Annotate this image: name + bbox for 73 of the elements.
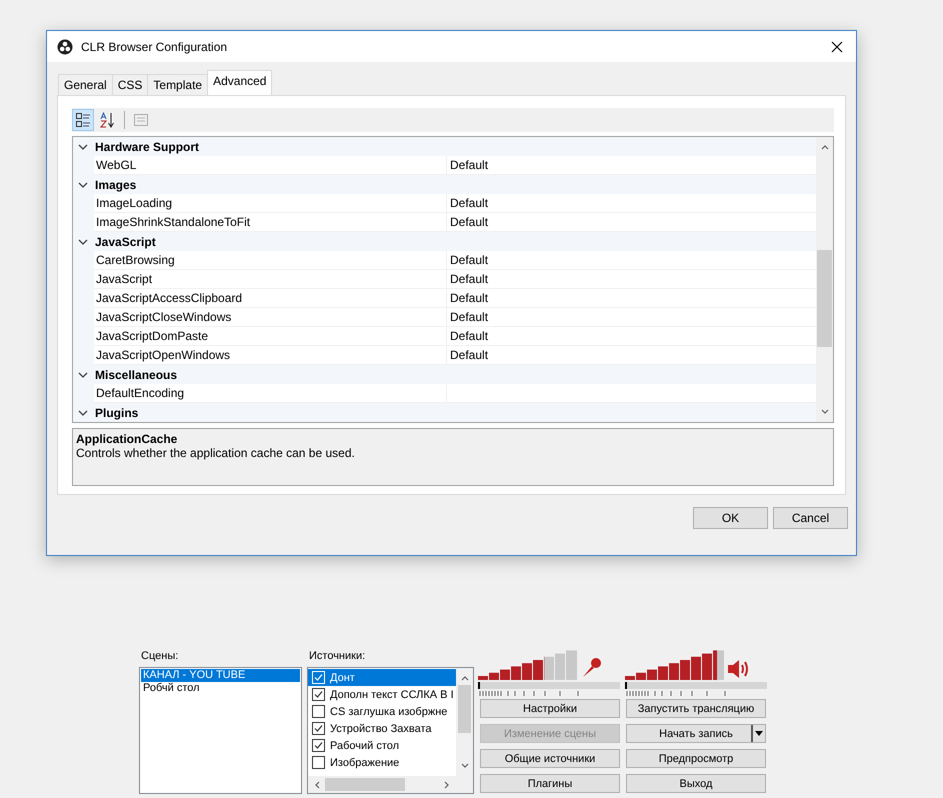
category-row[interactable]: JavaScript [73,232,816,251]
vertical-scrollbar[interactable] [456,668,473,776]
sources-label: Источники: [309,650,366,664]
source-item[interactable]: CS заглушка изобржне [308,703,456,720]
tab[interactable]: Advanced [207,70,272,95]
source-item[interactable]: Дополн текст ССЛКА В I [308,686,456,703]
category-label: Images [95,178,136,192]
description-title: ApplicationCache [76,432,178,446]
checkbox[interactable] [312,705,325,718]
property-name[interactable]: WebGL [94,156,447,175]
property-name[interactable]: DefaultEncoding [94,384,447,403]
property-name[interactable]: ImageLoading [94,194,447,213]
tab[interactable]: General [58,74,113,95]
property-value[interactable]: Default [447,156,816,175]
property-value[interactable]: Default [447,270,816,289]
property-name[interactable]: ImageShrinkStandaloneToFit [94,213,447,232]
property-value[interactable]: Default [447,213,816,232]
property-name[interactable]: CaretBrowsing [94,251,447,270]
horizontal-scrollbar[interactable] [308,776,456,793]
scenes-list[interactable]: КАНАЛ - YOU TUBE Робчй стол [139,667,302,794]
vertical-scrollbar[interactable] [816,137,833,422]
checkbox[interactable] [312,739,325,752]
action-button[interactable]: Выход [626,774,766,793]
property-name[interactable]: JavaScript [94,270,447,289]
category-label: JavaScript [95,234,156,248]
ok-button[interactable]: OK [693,507,768,529]
description-text: Controls whether the application cache can be used. [76,446,355,460]
category-label: Plugins [95,406,138,420]
category-row[interactable]: Hardware Support [73,137,816,156]
property-value[interactable]: Default [447,251,816,270]
close-icon[interactable] [830,40,844,54]
speaker-icon[interactable] [727,658,751,680]
action-button[interactable]: Плагины [480,774,620,793]
cancel-button[interactable]: Cancel [773,507,848,529]
scene-item[interactable]: Робчй стол [141,682,300,695]
checkbox[interactable] [312,722,325,735]
category-label: Hardware Support [95,140,200,154]
action-button[interactable]: Общие источники [480,749,620,768]
action-button[interactable]: Начать запись [626,724,766,743]
action-button[interactable]: Настройки [480,699,620,718]
sources-list[interactable]: Донт Дополн текст ССЛКА В I CS заглушка изобржне Устройство Захвата Рабочий стол Изображение [307,667,474,794]
property-name[interactable]: JavaScriptDomPaste [94,327,447,346]
category-row[interactable]: Miscellaneous [73,365,816,384]
action-button[interactable]: Предпросмотр [626,749,766,768]
checkbox[interactable] [312,688,325,701]
property-value[interactable]: Default [447,308,816,327]
source-item[interactable]: Рабочий стол [308,737,456,754]
window-title: CLR Browser Configuration [81,40,228,54]
volume-slider[interactable] [478,682,620,689]
source-item[interactable]: Донт [308,669,456,686]
app-logo-icon [57,38,73,54]
sort-az-icon [100,112,116,128]
property-value[interactable]: Default [447,194,816,213]
toolbar-button[interactable] [72,109,94,131]
checkbox[interactable] [312,756,325,769]
scenes-label: Сцены: [141,650,180,664]
action-button[interactable]: Запустить трансляцию [626,699,766,718]
property-name[interactable]: JavaScriptAccessClipboard [94,289,447,308]
property-pages-icon [133,112,149,128]
category-row[interactable]: Images [73,175,816,194]
source-item[interactable]: Устройство Захвата [308,720,456,737]
source-item[interactable]: Изображение [308,754,456,771]
scene-item[interactable]: КАНАЛ - YOU TUBE [141,669,300,682]
property-value[interactable]: Default [447,289,816,308]
categorized-icon [75,112,91,128]
category-row[interactable]: Plugins [73,403,816,422]
property-value[interactable]: Default [447,327,816,346]
volume-slider[interactable] [625,682,767,689]
category-label: Miscellaneous [95,368,178,382]
dropdown-caret-icon[interactable] [755,731,763,736]
property-name[interactable]: JavaScriptCloseWindows [94,308,447,327]
property-name[interactable]: JavaScriptOpenWindows [94,346,447,365]
property-value[interactable]: Default [447,346,816,365]
